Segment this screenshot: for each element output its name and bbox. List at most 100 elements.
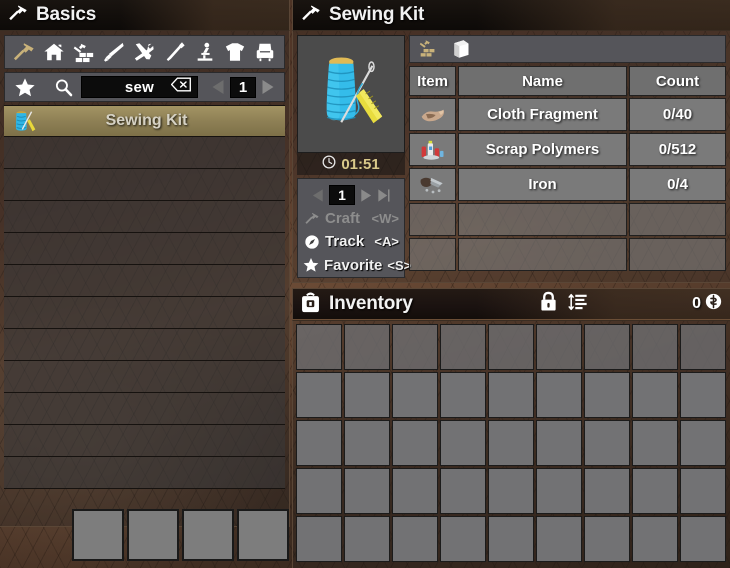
table-row[interactable]: Cloth Fragment 0/40 [409,98,726,131]
favorites-filter-button[interactable] [5,77,45,98]
craft-quantity-value[interactable]: 1 [329,185,355,205]
inventory-slot[interactable] [488,372,534,418]
inventory-slot[interactable] [392,324,438,370]
magnifier-icon[interactable] [45,78,81,97]
hotbar-slot[interactable] [72,509,124,561]
table-row[interactable]: Scrap Polymers 0/512 [409,133,726,166]
inventory-slot[interactable] [680,420,726,466]
increase-quantity-button[interactable] [358,188,373,203]
recipe-row-sewing-kit[interactable]: Sewing Kit [4,105,285,137]
inventory-slot[interactable] [584,372,630,418]
hotbar-slot[interactable] [237,509,289,561]
recipe-row-empty[interactable] [4,265,285,297]
category-food[interactable] [162,39,188,65]
table-row[interactable]: Iron 0/4 [409,168,726,201]
inventory-slot[interactable] [536,420,582,466]
category-weapons[interactable] [101,39,127,65]
recipe-row-empty[interactable] [4,297,285,329]
star-icon [303,257,319,273]
recipe-row-empty[interactable] [4,233,285,265]
recipe-row-empty[interactable] [4,201,285,233]
inventory-slot[interactable] [440,468,486,514]
hotbar-slot[interactable] [182,509,234,561]
inventory-slot[interactable] [584,420,630,466]
category-basics[interactable] [11,39,37,65]
inventory-slot[interactable] [584,468,630,514]
ingredient-count: 0/512 [629,133,726,166]
crafting-categories-window: Basics sew 1 Sewing Kit [0,0,290,527]
recipe-row-empty[interactable] [4,393,285,425]
inventory-slot[interactable] [488,468,534,514]
inventory-slot[interactable] [344,420,390,466]
hotbar-slot[interactable] [127,509,179,561]
inventory-slot[interactable] [296,516,342,562]
favorite-button-key: <S> [387,257,412,273]
inventory-slot[interactable] [584,516,630,562]
craft-button[interactable]: Craft <W> [298,207,404,230]
recipe-row-empty[interactable] [4,425,285,457]
inventory-slot[interactable] [296,324,342,370]
inventory-slot[interactable] [488,516,534,562]
tab-description[interactable] [447,38,475,60]
recipe-row-empty[interactable] [4,361,285,393]
inventory-slot[interactable] [296,468,342,514]
inventory-slot[interactable] [440,516,486,562]
category-tools[interactable] [131,39,157,65]
decrease-quantity-button[interactable] [311,188,326,203]
inventory-slot[interactable] [344,372,390,418]
inventory-slot[interactable] [632,420,678,466]
inventory-slot[interactable] [536,372,582,418]
category-home[interactable] [41,39,67,65]
inventory-slot[interactable] [536,468,582,514]
inventory-slot[interactable] [344,468,390,514]
product-preview[interactable] [297,35,405,153]
inventory-slot[interactable] [680,516,726,562]
inventory-slot[interactable] [680,468,726,514]
inventory-slot[interactable] [680,324,726,370]
inventory-slot[interactable] [632,516,678,562]
tab-ingredients[interactable] [415,38,443,60]
track-button[interactable]: Track <A> [298,230,404,253]
inventory-slot[interactable] [344,516,390,562]
inventory-slot[interactable] [296,372,342,418]
search-input[interactable]: sew [81,76,198,98]
category-building[interactable] [71,39,97,65]
inventory-slot[interactable] [632,372,678,418]
craft-time-value: 01:51 [341,155,380,173]
recipe-row-empty[interactable] [4,457,285,489]
inventory-slot[interactable] [680,372,726,418]
inventory-slot[interactable] [584,324,630,370]
favorite-button[interactable]: Favorite <S> [298,254,411,277]
inventory-slot[interactable] [344,324,390,370]
inventory-slot[interactable] [392,468,438,514]
inventory-slot[interactable] [632,324,678,370]
max-quantity-button[interactable] [376,188,391,203]
inventory-slot[interactable] [488,420,534,466]
sort-icon[interactable] [568,292,588,317]
inventory-slot[interactable] [392,516,438,562]
recipe-page-number[interactable]: 1 [230,76,256,98]
inventory-slot[interactable] [440,324,486,370]
recipe-row-empty[interactable] [4,329,285,361]
inventory-slot[interactable] [392,372,438,418]
inventory-slot[interactable] [536,516,582,562]
backspace-icon[interactable] [170,77,191,97]
header-item: Item [409,66,456,96]
prev-page-button[interactable] [211,79,227,95]
next-page-button[interactable] [259,79,275,95]
inventory-slot[interactable] [632,468,678,514]
inventory-slot[interactable] [536,324,582,370]
category-clothing[interactable] [222,39,248,65]
lock-icon[interactable] [539,291,558,317]
inventory-slot[interactable] [392,420,438,466]
ingredient-count: 0/40 [629,98,726,131]
inventory-slot[interactable] [440,372,486,418]
inventory-slot[interactable] [296,420,342,466]
recipe-row-empty[interactable] [4,137,285,169]
category-chemistry[interactable] [192,39,218,65]
inventory-slot[interactable] [488,324,534,370]
hammer-icon [300,3,322,28]
category-decor[interactable] [252,39,278,65]
inventory-slot[interactable] [440,420,486,466]
recipe-row-empty[interactable] [4,169,285,201]
